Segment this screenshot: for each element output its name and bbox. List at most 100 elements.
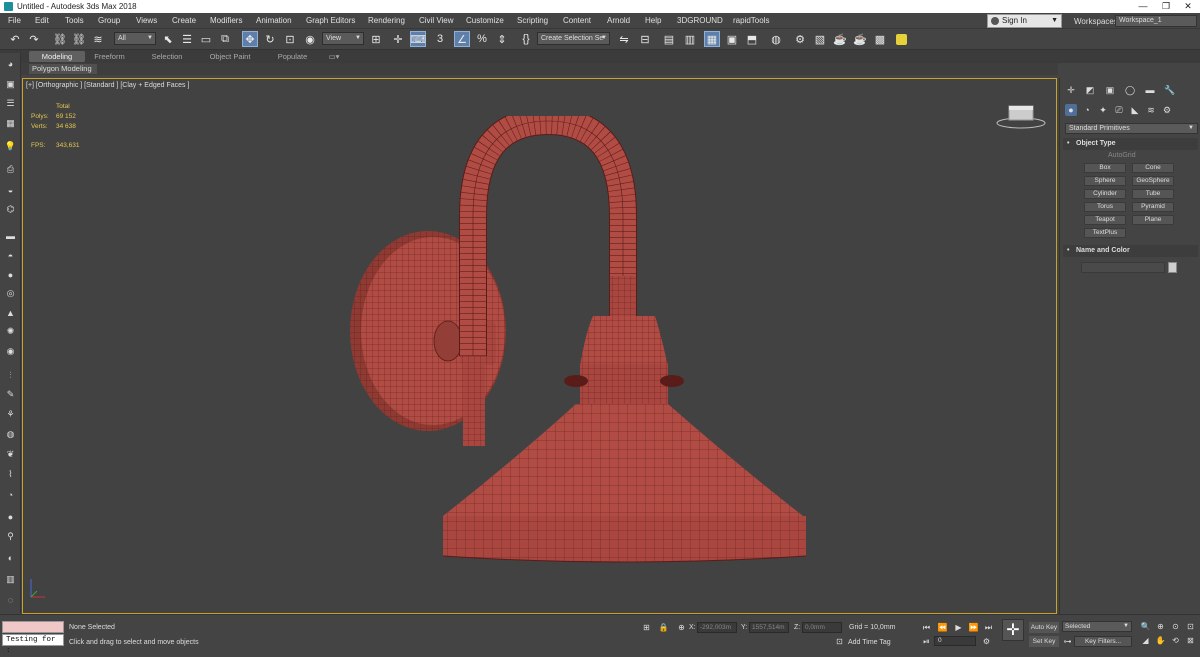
selection-set-dropdown[interactable]: Create Selection Se ▼ [537, 32, 610, 45]
ref-coord-dropdown[interactable]: View ▼ [322, 32, 364, 45]
disc-icon[interactable]: ◉ [3, 345, 18, 358]
pivot-icon[interactable]: ⊞ [368, 31, 384, 47]
selection-filter-dropdown[interactable]: All ▼ [114, 32, 156, 45]
auto-key-button[interactable]: Auto Key [1029, 622, 1059, 633]
redo-icon[interactable]: ↷ [26, 31, 42, 47]
sphere-icon[interactable]: ● [3, 268, 18, 281]
globe-icon[interactable]: ◍ [3, 428, 18, 441]
edit-named-selection-icon[interactable]: {} [518, 31, 534, 47]
lamp-mesh[interactable] [348, 116, 838, 566]
spinner-snap-icon[interactable]: ⇕ [494, 31, 510, 47]
go-to-start-icon[interactable]: ⏮ [921, 622, 932, 633]
key-filters-icon[interactable]: ⊶ [1062, 636, 1073, 647]
cone-button[interactable]: Cone [1132, 163, 1174, 173]
scale-icon[interactable]: ⊡ [282, 31, 298, 47]
time-tag-icon[interactable]: ⊡ [834, 636, 845, 647]
isolate-icon[interactable]: ⊞ [641, 622, 652, 633]
play-icon[interactable]: ▶ [953, 622, 964, 633]
helper-icon[interactable]: ◒ [3, 183, 18, 196]
menu-customize[interactable]: Customize [466, 16, 504, 25]
object-color-swatch[interactable] [1168, 262, 1177, 273]
zoom-all-icon[interactable]: ⊕ [1155, 621, 1166, 632]
y-coordinate-field[interactable]: 1557,514m [749, 622, 789, 633]
maxscript-listener-output[interactable] [2, 621, 64, 633]
set-key-button[interactable]: Set Key [1029, 636, 1059, 647]
box-button[interactable]: Box [1084, 163, 1126, 173]
tab-object-paint[interactable]: Object Paint [200, 51, 260, 62]
grid-icon[interactable]: ▦ [3, 117, 18, 130]
trash-icon[interactable]: ▥ [3, 573, 18, 586]
viewcube[interactable] [996, 101, 1046, 131]
light-icon[interactable]: 💡 [3, 140, 18, 153]
select-object-icon[interactable]: ⬉ [160, 31, 176, 47]
spacewarp-icon[interactable]: ⌬ [3, 203, 18, 216]
time-config-icon[interactable]: ⚙ [981, 636, 992, 647]
menu-graph-editors[interactable]: Graph Editors [306, 16, 355, 25]
menu-edit[interactable]: Edit [35, 16, 49, 25]
hair-icon[interactable]: ⫶ [3, 369, 18, 382]
torus-button[interactable]: Torus [1084, 202, 1126, 212]
textplus-button[interactable]: TextPlus [1084, 228, 1126, 238]
render-iterative-icon[interactable]: ☕ [852, 31, 868, 47]
window-crossing-icon[interactable]: ⧉ [217, 31, 233, 47]
menu-group[interactable]: Group [98, 16, 120, 25]
ribbon-options-icon[interactable]: ▭▾ [325, 51, 343, 62]
angle-snap-icon[interactable]: ∠ [454, 31, 470, 47]
hemisphere-icon[interactable]: ◓ [3, 249, 18, 262]
link-icon[interactable]: ⛓ [52, 31, 68, 47]
space-warps-icon[interactable]: ≋ [1145, 104, 1157, 116]
workspace-dropdown[interactable]: Workspace_1 [1115, 15, 1197, 27]
menu-animation[interactable]: Animation [256, 16, 292, 25]
scene-icon[interactable]: ▣ [3, 78, 18, 91]
align-icon[interactable]: ⊟ [637, 31, 653, 47]
unlink-icon[interactable]: ⛓ [71, 31, 87, 47]
key-mode-icon[interactable]: ⏯ [921, 636, 932, 647]
create-tab-icon[interactable]: ✛ [1065, 84, 1077, 96]
tab-freeform[interactable]: Freeform [87, 51, 132, 62]
zoom-extents-icon[interactable]: ⊙ [1170, 621, 1181, 632]
menu-content[interactable]: Content [563, 16, 591, 25]
list-icon[interactable]: ☰ [3, 97, 18, 110]
menu-rendering[interactable]: Rendering [368, 16, 405, 25]
primitive-category-dropdown[interactable]: Standard Primitives ▼ [1065, 123, 1198, 134]
current-frame-field[interactable]: 0 [934, 636, 976, 646]
name-and-color-rollout[interactable]: • Name and Color [1063, 245, 1198, 257]
render-setup-icon[interactable]: ⚙ [792, 31, 808, 47]
undo-icon[interactable]: ↶ [7, 31, 23, 47]
sun-icon[interactable]: ✺ [3, 325, 18, 338]
previous-frame-icon[interactable]: ⏪ [937, 622, 948, 633]
object-name-field[interactable] [1081, 262, 1165, 273]
eye-icon[interactable]: ◕ [3, 57, 18, 70]
camera-icon[interactable]: ⎙ [3, 163, 18, 176]
utilities-tab-icon[interactable]: 🔧 [1164, 84, 1176, 96]
torus-icon[interactable]: ◎ [3, 287, 18, 300]
menu-arnold[interactable]: Arnold [607, 16, 630, 25]
tab-populate[interactable]: Populate [270, 51, 315, 62]
select-by-name-icon[interactable]: ☰ [179, 31, 195, 47]
menu-create[interactable]: Create [172, 16, 196, 25]
wire-icon[interactable]: ⌇ [3, 468, 18, 481]
mirror-icon[interactable]: ⇋ [616, 31, 632, 47]
key-filters-button[interactable]: Key Filters... [1074, 636, 1132, 647]
field-of-view-icon[interactable]: ◢ [1140, 635, 1151, 646]
render-gallery-icon[interactable]: ▩ [872, 31, 888, 47]
render-production-icon[interactable]: ☕ [832, 31, 848, 47]
menu-views[interactable]: Views [136, 16, 157, 25]
rotate-icon[interactable]: ↻ [262, 31, 278, 47]
cameras-icon[interactable]: ⎚ [1113, 104, 1125, 116]
menu-modifiers[interactable]: Modifiers [210, 16, 242, 25]
leaf-icon[interactable]: ❦ [3, 448, 18, 461]
box-icon[interactable]: ▬ [3, 229, 18, 242]
plane-button[interactable]: Plane [1132, 215, 1174, 225]
cone-icon[interactable]: ▲ [3, 306, 18, 319]
restore-button[interactable]: ❐ [1156, 1, 1176, 12]
menu-file[interactable]: File [8, 16, 21, 25]
menu-help[interactable]: Help [645, 16, 661, 25]
geometry-icon[interactable]: ● [1065, 104, 1077, 116]
hierarchy-tab-icon[interactable]: ▣ [1104, 84, 1116, 96]
helpers-icon[interactable]: ◣ [1129, 104, 1141, 116]
absolute-mode-icon[interactable]: ⊕ [676, 622, 687, 633]
layer-explorer-icon[interactable]: ▥ [682, 31, 698, 47]
menu-tools[interactable]: Tools [65, 16, 84, 25]
motion-tab-icon[interactable]: ◯ [1124, 84, 1136, 96]
